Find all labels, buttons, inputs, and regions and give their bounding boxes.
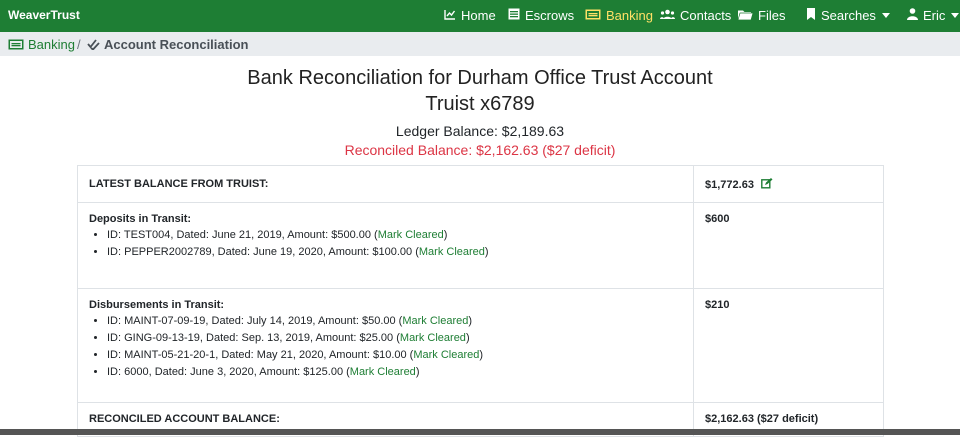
list-item: ID: TEST004, Dated: June 21, 2019, Amoun… xyxy=(107,229,682,242)
breadcrumb: Banking / Account Reconciliation xyxy=(0,32,960,56)
disbursements-list: ID: MAINT-07-09-19, Dated: July 14, 2019… xyxy=(89,315,682,379)
list-item: ID: PEPPER2002789, Dated: June 19, 2020,… xyxy=(107,246,682,259)
top-navbar: WeaverTrust Home Escrows Banking Contact… xyxy=(0,0,960,32)
nav-user-menu[interactable]: Eric xyxy=(907,8,960,23)
mark-cleared-link[interactable]: Mark Cleared xyxy=(402,315,468,327)
mark-cleared-link[interactable]: Mark Cleared xyxy=(378,229,444,241)
breadcrumb-banking-label: Banking xyxy=(28,37,75,52)
latest-balance-cell: $1,772.63 xyxy=(693,165,884,203)
chart-line-icon xyxy=(444,8,456,23)
list-item: ID: MAINT-05-21-20-1, Dated: May 21, 202… xyxy=(107,349,682,362)
breadcrumb-current: Account Reconciliation xyxy=(87,37,248,52)
mark-cleared-link[interactable]: Mark Cleared xyxy=(413,349,479,361)
list-item: ID: MAINT-07-09-19, Dated: July 14, 2019… xyxy=(107,315,682,328)
latest-balance-label: LATEST BALANCE FROM TRUIST: xyxy=(77,165,694,203)
deposits-label: Deposits in Transit: xyxy=(89,213,192,225)
nav-contacts-label: Contacts xyxy=(680,8,732,23)
deposits-list: ID: TEST004, Dated: June 21, 2019, Amoun… xyxy=(89,229,682,259)
list-icon xyxy=(508,8,520,23)
check-double-icon xyxy=(87,39,100,50)
nav-escrows-label: Escrows xyxy=(525,8,575,23)
deposits-cell: Deposits in Transit: ID: TEST004, Dated:… xyxy=(77,202,694,289)
disbursements-label: Disbursements in Transit: xyxy=(89,299,225,311)
edit-icon[interactable] xyxy=(761,178,773,192)
table-row: LATEST BALANCE FROM TRUIST: $1,772.63 xyxy=(77,165,884,203)
disbursements-cell: Disbursements in Transit: ID: MAINT-07-0… xyxy=(77,288,694,403)
nav-banking-label: Banking xyxy=(606,8,653,23)
money-bill-icon xyxy=(585,8,601,23)
nav-files-label: Files xyxy=(758,8,786,23)
chevron-down-icon xyxy=(881,13,890,18)
nav-searches[interactable]: Searches xyxy=(806,8,890,23)
nav-user-label: Eric xyxy=(923,8,946,23)
nav-home[interactable]: Home xyxy=(444,8,496,23)
disbursements-amount: $210 xyxy=(693,288,884,403)
table-row: Deposits in Transit: ID: TEST004, Dated:… xyxy=(77,202,884,289)
latest-balance-amount: $1,772.63 xyxy=(705,178,754,191)
list-item: ID: 6000, Dated: June 3, 2020, Amount: $… xyxy=(107,366,682,379)
nav-files[interactable]: Files xyxy=(737,8,786,23)
page-title: Bank Reconciliation for Durham Office Tr… xyxy=(247,67,713,89)
chevron-down-icon xyxy=(951,13,960,18)
users-icon xyxy=(660,8,675,23)
deposits-amount: $600 xyxy=(693,202,884,289)
breadcrumb-banking[interactable]: Banking xyxy=(8,37,75,52)
folder-icon xyxy=(737,8,754,23)
reconciliation-table: LATEST BALANCE FROM TRUIST: $1,772.63 De… xyxy=(77,165,884,437)
mark-cleared-link[interactable]: Mark Cleared xyxy=(419,246,485,258)
table-row: Disbursements in Transit: ID: MAINT-07-0… xyxy=(77,288,884,403)
breadcrumb-separator: / xyxy=(77,37,81,52)
breadcrumb-current-label: Account Reconciliation xyxy=(104,37,249,52)
bookmark-icon xyxy=(806,8,816,23)
brand-logo[interactable]: WeaverTrust xyxy=(8,8,80,22)
reconciled-balance: Reconciled Balance: $2,162.63 ($27 defic… xyxy=(344,142,616,158)
nav-contacts[interactable]: Contacts xyxy=(660,8,731,23)
list-item: ID: GING-09-13-19, Dated: Sep. 13, 2019,… xyxy=(107,332,682,345)
mark-cleared-link[interactable]: Mark Cleared xyxy=(350,366,416,378)
nav-searches-label: Searches xyxy=(821,8,876,23)
nav-banking[interactable]: Banking xyxy=(585,8,653,23)
nav-escrows[interactable]: Escrows xyxy=(508,8,574,23)
mark-cleared-link[interactable]: Mark Cleared xyxy=(400,332,466,344)
nav-home-label: Home xyxy=(461,8,496,23)
page-subtitle: Truist x6789 xyxy=(425,93,535,115)
user-icon xyxy=(907,8,918,23)
ledger-balance: Ledger Balance: $2,189.63 xyxy=(395,123,565,139)
money-bill-icon xyxy=(8,39,24,50)
window-bottom-edge xyxy=(0,429,960,435)
